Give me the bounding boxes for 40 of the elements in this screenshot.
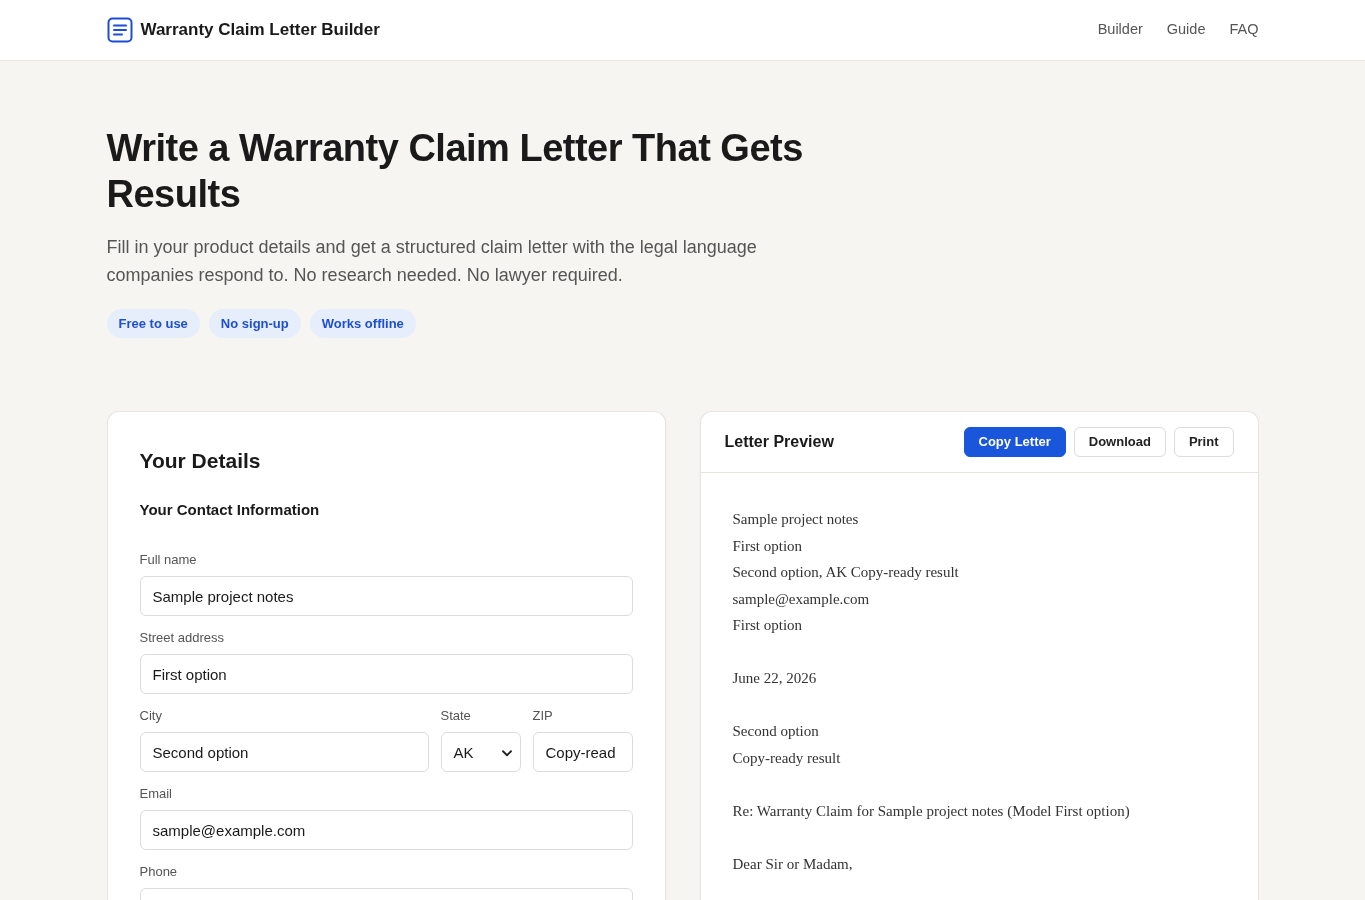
field-label: City xyxy=(139,708,163,724)
text-field[interactable]: Second option xyxy=(139,732,429,772)
card-title: Letter Preview xyxy=(724,432,834,452)
page-description: Fill in your product details and get a structured claim letter with the legal language companies respond to. No research needed. No lawyer required. xyxy=(106,236,758,287)
letter-line: June 22, 2026 xyxy=(732,669,818,688)
action-button[interactable]: Download xyxy=(1073,427,1166,457)
action-button[interactable]: Print xyxy=(1173,427,1234,457)
card-title: Your Details xyxy=(139,448,262,474)
page-heading: Write a Warranty Claim Letter That Gets Results xyxy=(106,126,804,217)
field-label: Full name xyxy=(139,552,198,568)
letter-line: First option xyxy=(732,536,804,556)
text-field[interactable]: sample@example.com xyxy=(139,810,633,850)
letter-line: Second option, AK Copy-ready result xyxy=(732,563,960,582)
chevron-down-icon xyxy=(501,749,512,757)
letter-line: sample@example.com xyxy=(732,589,871,609)
field-label: ZIP xyxy=(532,708,554,724)
letter-line: Second option xyxy=(732,722,820,741)
section-title: Your Contact Information xyxy=(139,500,321,520)
letter-line: Copy-ready result xyxy=(732,748,842,768)
field-label: Phone xyxy=(139,864,179,880)
text-field[interactable]: Sample project notes xyxy=(139,576,633,616)
text-field[interactable]: First option xyxy=(139,654,633,694)
feature-tag: Works offline xyxy=(309,309,416,338)
letter-line: Re: Warranty Claim for Sample project notes (Model First option) xyxy=(732,801,1131,821)
letter-line: Dear Sir or Madam, xyxy=(732,854,854,874)
nav-link[interactable]: Guide xyxy=(1166,19,1206,41)
letter-line: First option xyxy=(732,616,804,635)
field-label: Email xyxy=(139,786,173,802)
document-icon xyxy=(106,17,133,43)
nav-link[interactable]: Builder xyxy=(1097,19,1143,41)
feature-tag: No sign-up xyxy=(208,309,301,338)
feature-tag: Free to use xyxy=(106,309,200,338)
nav-link[interactable]: FAQ xyxy=(1229,19,1259,41)
field-label: Street address xyxy=(139,630,226,646)
text-field[interactable]: Copy-read xyxy=(532,732,633,772)
state-select[interactable]: AK xyxy=(440,732,521,772)
field-label: State xyxy=(440,708,472,724)
letter-line: Sample project notes xyxy=(732,510,860,529)
app-title: Warranty Claim Letter Builder xyxy=(140,19,380,42)
action-button[interactable]: Copy Letter xyxy=(963,427,1066,457)
